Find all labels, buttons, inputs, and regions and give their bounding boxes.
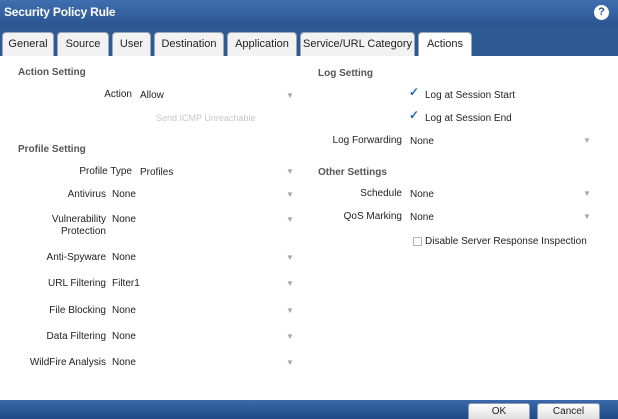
url-filtering-dropdown-icon[interactable]: ▼ bbox=[286, 279, 294, 288]
schedule-label: Schedule bbox=[360, 188, 402, 199]
data-filtering-select[interactable]: None bbox=[112, 331, 136, 342]
tab-general[interactable]: General bbox=[2, 32, 54, 56]
wildfire-analysis-dropdown-icon[interactable]: ▼ bbox=[286, 358, 294, 367]
send-icmp-unreachable-option: Send ICMP Unreachable bbox=[156, 113, 256, 123]
vulnerability-protection-label: Vulnerability Protection bbox=[51, 214, 106, 237]
cancel-button[interactable]: Cancel bbox=[537, 403, 600, 419]
action-dropdown-icon[interactable]: ▼ bbox=[286, 91, 294, 100]
log-session-start-label: Log at Session Start bbox=[425, 90, 516, 101]
schedule-dropdown-icon[interactable]: ▼ bbox=[583, 189, 591, 198]
vulnerability-protection-dropdown-icon[interactable]: ▼ bbox=[286, 215, 294, 224]
tab-strip: General Source User Destination Applicat… bbox=[0, 26, 618, 57]
file-blocking-label: File Blocking bbox=[49, 305, 106, 316]
log-forwarding-dropdown-icon[interactable]: ▼ bbox=[583, 136, 591, 145]
disable-server-response-inspection-label: Disable Server Response Inspection bbox=[425, 236, 587, 247]
antivirus-dropdown-icon[interactable]: ▼ bbox=[286, 190, 294, 199]
profile-type-label: Profile Type bbox=[79, 166, 132, 177]
wildfire-analysis-select[interactable]: None bbox=[112, 357, 136, 368]
actions-panel: Action Setting Action Allow ▼ Send ICMP … bbox=[0, 56, 618, 400]
log-forwarding-label: Log Forwarding bbox=[332, 135, 402, 146]
wildfire-analysis-label: WildFire Analysis bbox=[29, 357, 106, 368]
antivirus-label: Antivirus bbox=[67, 189, 106, 200]
anti-spyware-label: Anti-Spyware bbox=[46, 252, 106, 263]
action-label: Action bbox=[104, 89, 132, 100]
dialog-footer: OK Cancel bbox=[0, 400, 618, 419]
tab-actions[interactable]: Actions bbox=[418, 32, 472, 57]
profile-type-dropdown-icon[interactable]: ▼ bbox=[286, 167, 294, 176]
dialog-titlebar: Security Policy Rule ? bbox=[0, 0, 618, 26]
data-filtering-dropdown-icon[interactable]: ▼ bbox=[286, 332, 294, 341]
other-settings-heading: Other Settings bbox=[318, 167, 387, 178]
file-blocking-select[interactable]: None bbox=[112, 305, 136, 316]
log-forwarding-select[interactable]: None bbox=[410, 136, 434, 147]
data-filtering-label: Data Filtering bbox=[46, 331, 106, 342]
log-session-start-checkmark-icon[interactable]: ✓ bbox=[409, 85, 419, 99]
help-icon[interactable]: ? bbox=[594, 5, 609, 20]
tab-service-url-category[interactable]: Service/URL Category bbox=[300, 32, 415, 56]
tab-user[interactable]: User bbox=[112, 32, 151, 56]
profile-setting-heading: Profile Setting bbox=[18, 144, 86, 155]
antivirus-select[interactable]: None bbox=[112, 189, 136, 200]
schedule-select[interactable]: None bbox=[410, 189, 434, 200]
profile-type-select[interactable]: Profiles bbox=[140, 167, 173, 178]
url-filtering-label: URL Filtering bbox=[48, 278, 106, 289]
file-blocking-dropdown-icon[interactable]: ▼ bbox=[286, 306, 294, 315]
log-session-end-label: Log at Session End bbox=[425, 113, 512, 124]
anti-spyware-select[interactable]: None bbox=[112, 252, 136, 263]
qos-marking-select[interactable]: None bbox=[410, 212, 434, 223]
ok-button[interactable]: OK bbox=[468, 403, 530, 419]
log-setting-heading: Log Setting bbox=[318, 68, 373, 79]
dialog-title: Security Policy Rule bbox=[4, 5, 116, 19]
log-session-end-checkmark-icon[interactable]: ✓ bbox=[409, 108, 419, 122]
tab-source[interactable]: Source bbox=[57, 32, 109, 56]
tab-application[interactable]: Application bbox=[227, 32, 297, 56]
url-filtering-select[interactable]: Filter1 bbox=[112, 278, 140, 289]
action-setting-heading: Action Setting bbox=[18, 67, 86, 78]
disable-server-response-inspection-checkbox[interactable] bbox=[413, 237, 422, 246]
vulnerability-protection-select[interactable]: None bbox=[112, 214, 136, 225]
action-select[interactable]: Allow bbox=[140, 90, 164, 101]
anti-spyware-dropdown-icon[interactable]: ▼ bbox=[286, 253, 294, 262]
tab-destination[interactable]: Destination bbox=[154, 32, 224, 56]
qos-marking-label: QoS Marking bbox=[343, 211, 402, 222]
qos-marking-dropdown-icon[interactable]: ▼ bbox=[583, 212, 591, 221]
